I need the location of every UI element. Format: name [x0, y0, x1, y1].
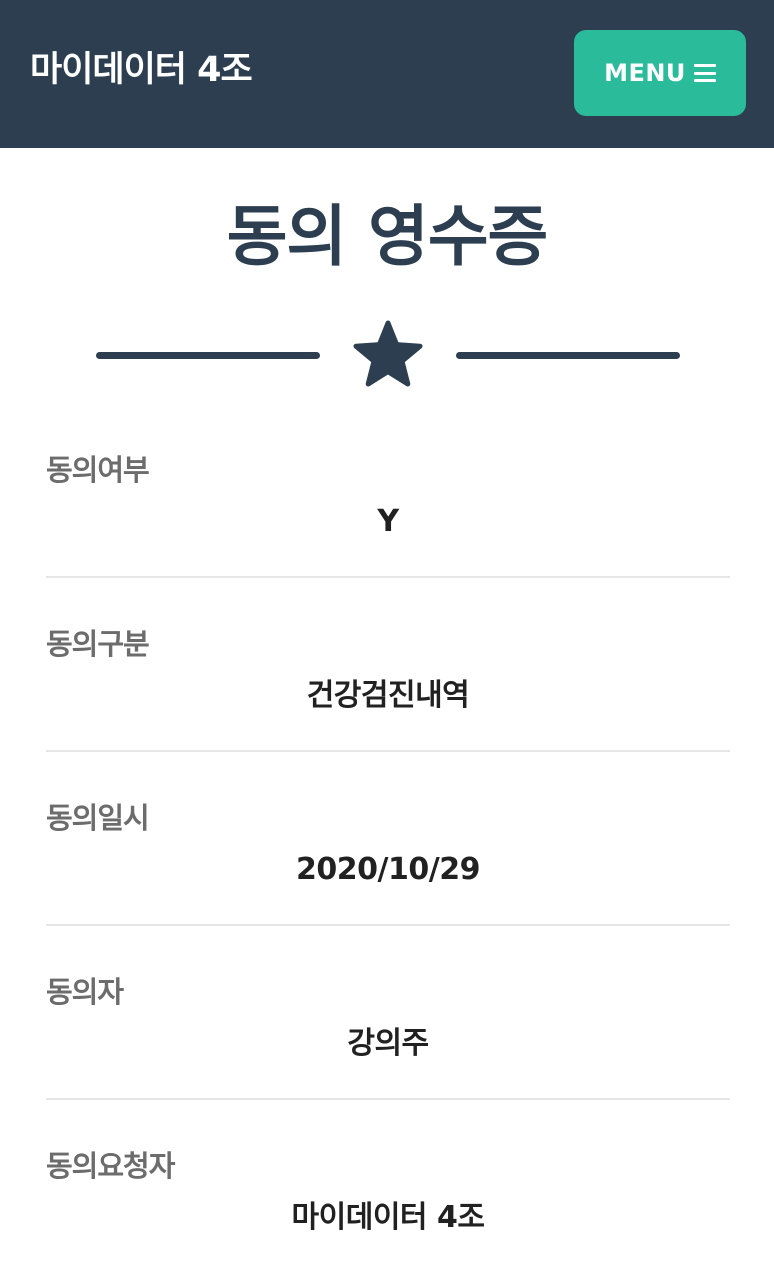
- star-icon: [353, 320, 423, 387]
- menu-button[interactable]: MENU: [574, 30, 746, 116]
- field-divider: [46, 576, 730, 578]
- field-value: 마이데이터 4조: [291, 1200, 485, 1235]
- page-title: 동의 영수증: [226, 198, 549, 275]
- field-label: 동의요청자: [46, 1149, 175, 1183]
- field-value: 2020/10/29: [296, 852, 480, 887]
- field-value: Y: [377, 504, 399, 539]
- menu-button-label: MENU: [604, 59, 686, 87]
- brand-title[interactable]: 마이데이터 4조: [30, 46, 253, 94]
- field-value: 강의주: [347, 1026, 429, 1061]
- field-divider: [46, 1098, 730, 1100]
- field-label: 동의여부: [46, 453, 150, 487]
- field-label: 동의구분: [46, 627, 150, 661]
- navbar: 마이데이터 4조 MENU: [0, 0, 774, 148]
- field-value: 건강검진내역: [306, 678, 470, 713]
- field-divider: [46, 750, 730, 752]
- field-label: 동의자: [46, 975, 124, 1009]
- hamburger-icon: [693, 64, 716, 82]
- field-divider: [46, 924, 730, 926]
- divider-line-left: [96, 352, 320, 359]
- field-label: 동의일시: [46, 801, 150, 835]
- divider-line-right: [456, 352, 680, 359]
